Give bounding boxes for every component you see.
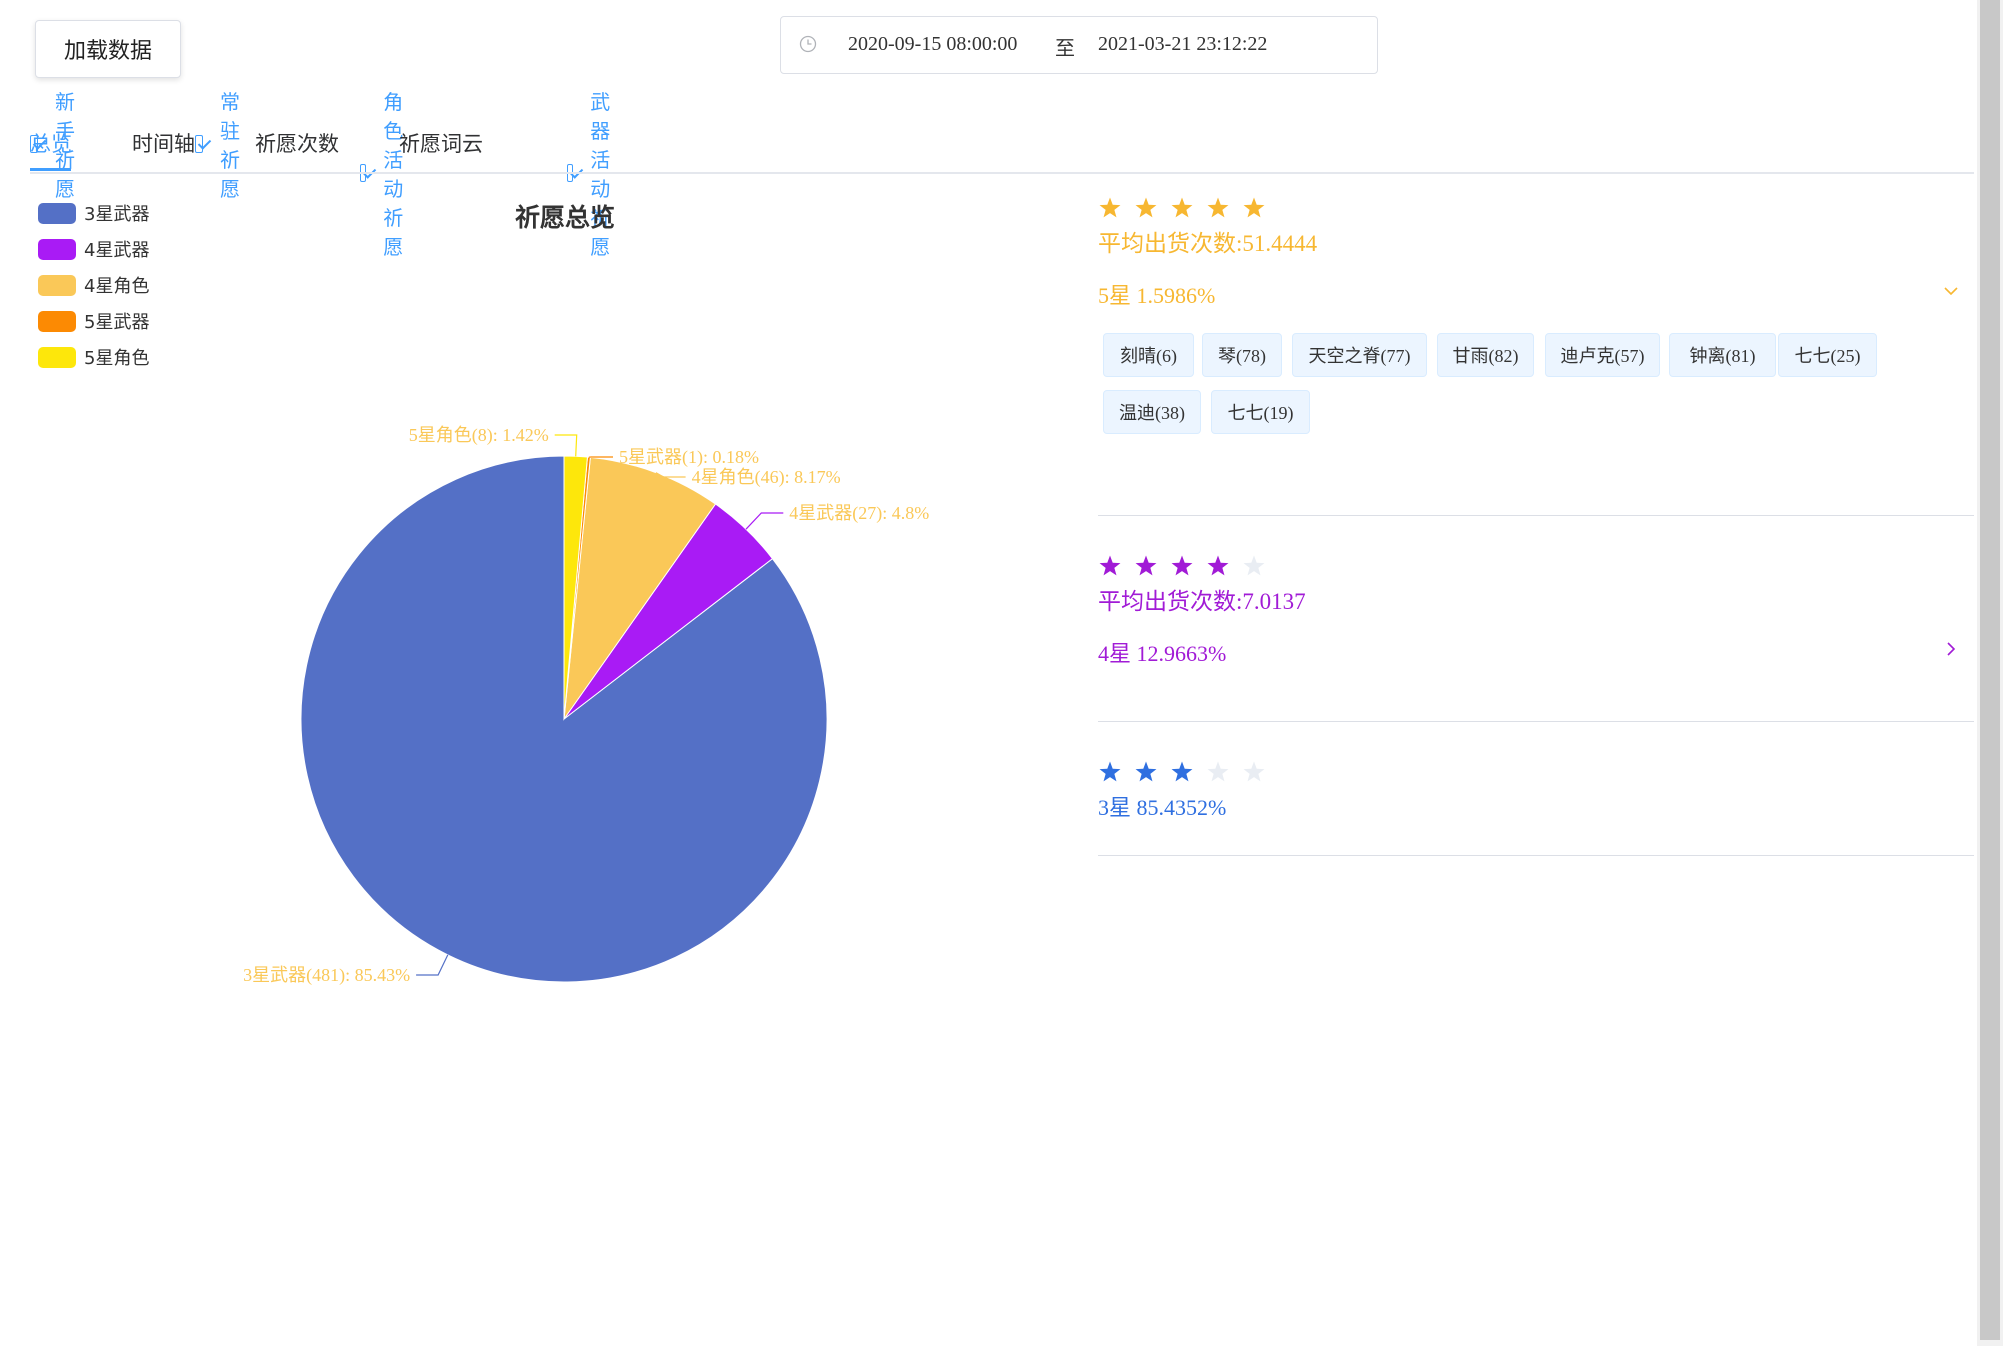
pie-label-line-1 [745,512,784,530]
avg-pulls-text: 平均出货次数:51.4444 [1098,231,1318,256]
star-empty-icon [1207,761,1229,782]
pie-label-line-4 [554,434,578,457]
scrollbar-thumb[interactable] [1980,0,2000,1340]
rank-percent-text: 3星 85.4352% [1098,795,1227,820]
pie-data-label-0: 3星武器(481): 85.43% [243,965,410,986]
pie-data-label-2: 4星角色(46): 8.17% [692,467,841,488]
rank-divider [1098,515,1974,516]
character-tag[interactable]: 天空之脊(77) [1292,333,1427,377]
character-tag[interactable]: 刻晴(6) [1103,333,1194,377]
chevron-down-icon[interactable] [1942,282,1960,300]
character-tag[interactable]: 琴(78) [1202,333,1282,377]
pie-data-label-1: 4星武器(27): 4.8% [789,503,929,524]
character-tag[interactable]: 七七(25) [1778,333,1877,377]
rank-percent-text[interactable]: 4星 12.9663% [1098,636,1974,668]
character-tag[interactable]: 钟离(81) [1669,333,1776,377]
chevron-right-icon[interactable] [1942,640,1960,658]
rating-stars [1098,196,1974,220]
character-tag[interactable]: 七七(19) [1211,390,1310,434]
rank-percent-text[interactable]: 5星 1.5986% [1098,278,1974,310]
star-filled-icon [1207,555,1229,576]
end-date-input[interactable]: 2021-03-21 23:12:22 [1098,33,1267,56]
star-filled-icon [1243,197,1265,218]
pie-data-label-3: 5星武器(1): 0.18% [619,447,759,468]
star-filled-icon [1171,761,1193,782]
character-tag[interactable]: 甘雨(82) [1437,333,1534,377]
star-filled-icon [1135,761,1157,782]
star-filled-icon [1099,197,1121,218]
star-filled-icon [1207,197,1229,218]
pie-label-line-0 [416,954,449,976]
character-tag[interactable]: 温迪(38) [1103,390,1201,434]
star-filled-icon [1171,197,1193,218]
star-empty-icon [1243,761,1265,782]
star-filled-icon [1099,555,1121,576]
rank-divider [1098,721,1974,722]
wish-overview-pie-chart: 3星武器(481): 85.43% 4星武器(27): 4.8% 4星角色(46):… [243,425,929,986]
star-filled-icon [1099,761,1121,782]
character-tag[interactable]: 迪卢克(57) [1545,333,1660,377]
star-filled-icon [1135,555,1157,576]
star-empty-icon [1243,555,1265,576]
avg-pulls-text: 平均出货次数:7.0137 [1098,589,1306,614]
rank-divider [1098,855,1974,856]
rank-3star-panel: 3星 85.4352% [1098,760,1974,820]
page-scrollbar[interactable] [1977,0,2003,1346]
star-filled-icon [1171,555,1193,576]
pie-data-label-4: 5星角色(8): 1.42% [409,425,549,446]
rank-4star-panel: 平均出货次数:7.0137 4星 12.9663% [1098,554,1974,674]
rank-5star-panel: 平均出货次数:51.4444 5星 1.5986% [1098,196,1974,316]
rating-stars [1098,760,1974,784]
star-filled-icon [1135,197,1157,218]
rating-stars [1098,554,1974,578]
